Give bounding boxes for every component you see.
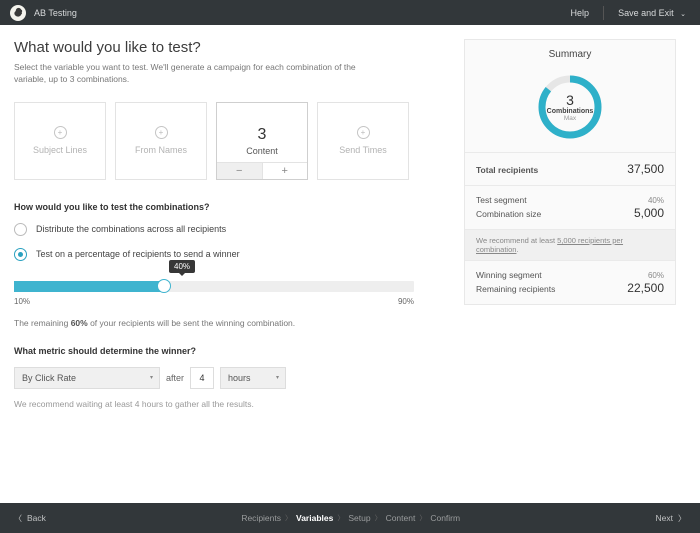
remaining-text: The remaining 60% of your recipients wil… [14, 318, 446, 328]
wizard-steps: Recipients〉 Variables〉 Setup〉 Content〉 C… [46, 513, 656, 523]
donut-sub: Max [564, 115, 576, 122]
step-variables[interactable]: Variables [296, 513, 333, 523]
plus-icon: + [357, 126, 370, 139]
summary-test-segment: Test segment40% Combination size5,000 [465, 185, 675, 229]
summary-total: Total recipients37,500 [465, 152, 675, 185]
step-setup[interactable]: Setup [348, 513, 370, 523]
percentage-slider[interactable]: 40% [14, 281, 414, 292]
card-label: Subject Lines [33, 145, 87, 155]
select-value: hours [228, 373, 251, 383]
metric-recommendation: We recommend waiting at least 4 hours to… [14, 399, 446, 409]
page-title-topbar: AB Testing [34, 8, 571, 18]
minus-button[interactable]: − [217, 163, 263, 179]
summary-panel: Summary 3 Combinations Max Total recipie… [464, 39, 676, 305]
select-value: By Click Rate [22, 373, 76, 383]
page-heading: What would you like to test? [14, 39, 446, 56]
save-exit-label: Save and Exit [618, 8, 674, 18]
card-content[interactable]: 3 Content − + [216, 102, 308, 180]
radio-label: Test on a percentage of recipients to se… [36, 249, 240, 259]
card-label: Send Times [339, 145, 387, 155]
next-label: Next [656, 513, 673, 523]
chevron-left-icon: 〈 [14, 513, 22, 524]
slider-thumb[interactable] [157, 279, 171, 293]
chevron-down-icon: ⌄ [680, 11, 686, 18]
radio-label: Distribute the combinations across all r… [36, 224, 226, 234]
card-label: Content [246, 146, 278, 156]
summary-recommendation: We recommend at least 5,000 recipients p… [465, 229, 675, 260]
step-content[interactable]: Content [386, 513, 416, 523]
step-confirm[interactable]: Confirm [430, 513, 460, 523]
step-recipients[interactable]: Recipients [241, 513, 281, 523]
radio-test-percentage[interactable]: Test on a percentage of recipients to se… [14, 248, 446, 261]
donut-label: Combinations [547, 108, 594, 115]
summary-winning-segment: Winning segment60% Remaining recipients2… [465, 260, 675, 304]
page-subtext: Select the variable you want to test. We… [14, 62, 384, 86]
radio-distribute-all[interactable]: Distribute the combinations across all r… [14, 223, 446, 236]
chevron-down-icon: ▾ [276, 374, 279, 381]
plus-icon: + [54, 126, 67, 139]
help-link[interactable]: Help [571, 8, 590, 18]
combo-heading: How would you like to test the combinati… [14, 202, 446, 212]
metric-select[interactable]: By Click Rate ▾ [14, 367, 160, 389]
metric-row: By Click Rate ▾ after 4 hours ▾ [14, 367, 446, 389]
back-button[interactable]: 〈 Back [14, 513, 46, 524]
next-button[interactable]: Next 〉 [656, 513, 686, 524]
divider [603, 6, 604, 20]
variable-cards: + Subject Lines + From Names 3 Content −… [14, 102, 446, 180]
card-label: From Names [135, 145, 187, 155]
chevron-right-icon: 〉 [678, 513, 686, 524]
summary-title: Summary [465, 40, 675, 72]
plus-button[interactable]: + [263, 163, 308, 179]
radio-icon-selected [14, 248, 27, 261]
card-from-names[interactable]: + From Names [115, 102, 207, 180]
metric-heading: What metric should determine the winner? [14, 346, 446, 356]
card-count: 3 [258, 126, 267, 144]
card-subject-lines[interactable]: + Subject Lines [14, 102, 106, 180]
donut-number: 3 [566, 92, 574, 108]
slider-tooltip: 40% [169, 260, 195, 273]
radio-icon [14, 223, 27, 236]
unit-select[interactable]: hours ▾ [220, 367, 286, 389]
chevron-down-icon: ▾ [150, 374, 153, 381]
slider-max: 90% [398, 297, 414, 306]
summary-donut-chart: 3 Combinations Max [535, 72, 605, 142]
bottom-bar: 〈 Back Recipients〉 Variables〉 Setup〉 Con… [0, 503, 700, 533]
plus-icon: + [155, 126, 168, 139]
top-bar: AB Testing Help Save and Exit ⌄ [0, 0, 700, 25]
stepper: − + [217, 162, 307, 179]
slider-min: 10% [14, 297, 30, 306]
slider-track [14, 281, 414, 292]
mailchimp-logo-icon [10, 5, 26, 21]
slider-fill [14, 281, 164, 292]
card-send-times[interactable]: + Send Times [317, 102, 409, 180]
slider-labels: 10% 90% [14, 297, 414, 306]
after-label: after [166, 373, 184, 383]
back-label: Back [27, 513, 46, 523]
save-exit-button[interactable]: Save and Exit ⌄ [618, 8, 686, 18]
hours-input[interactable]: 4 [190, 367, 214, 389]
